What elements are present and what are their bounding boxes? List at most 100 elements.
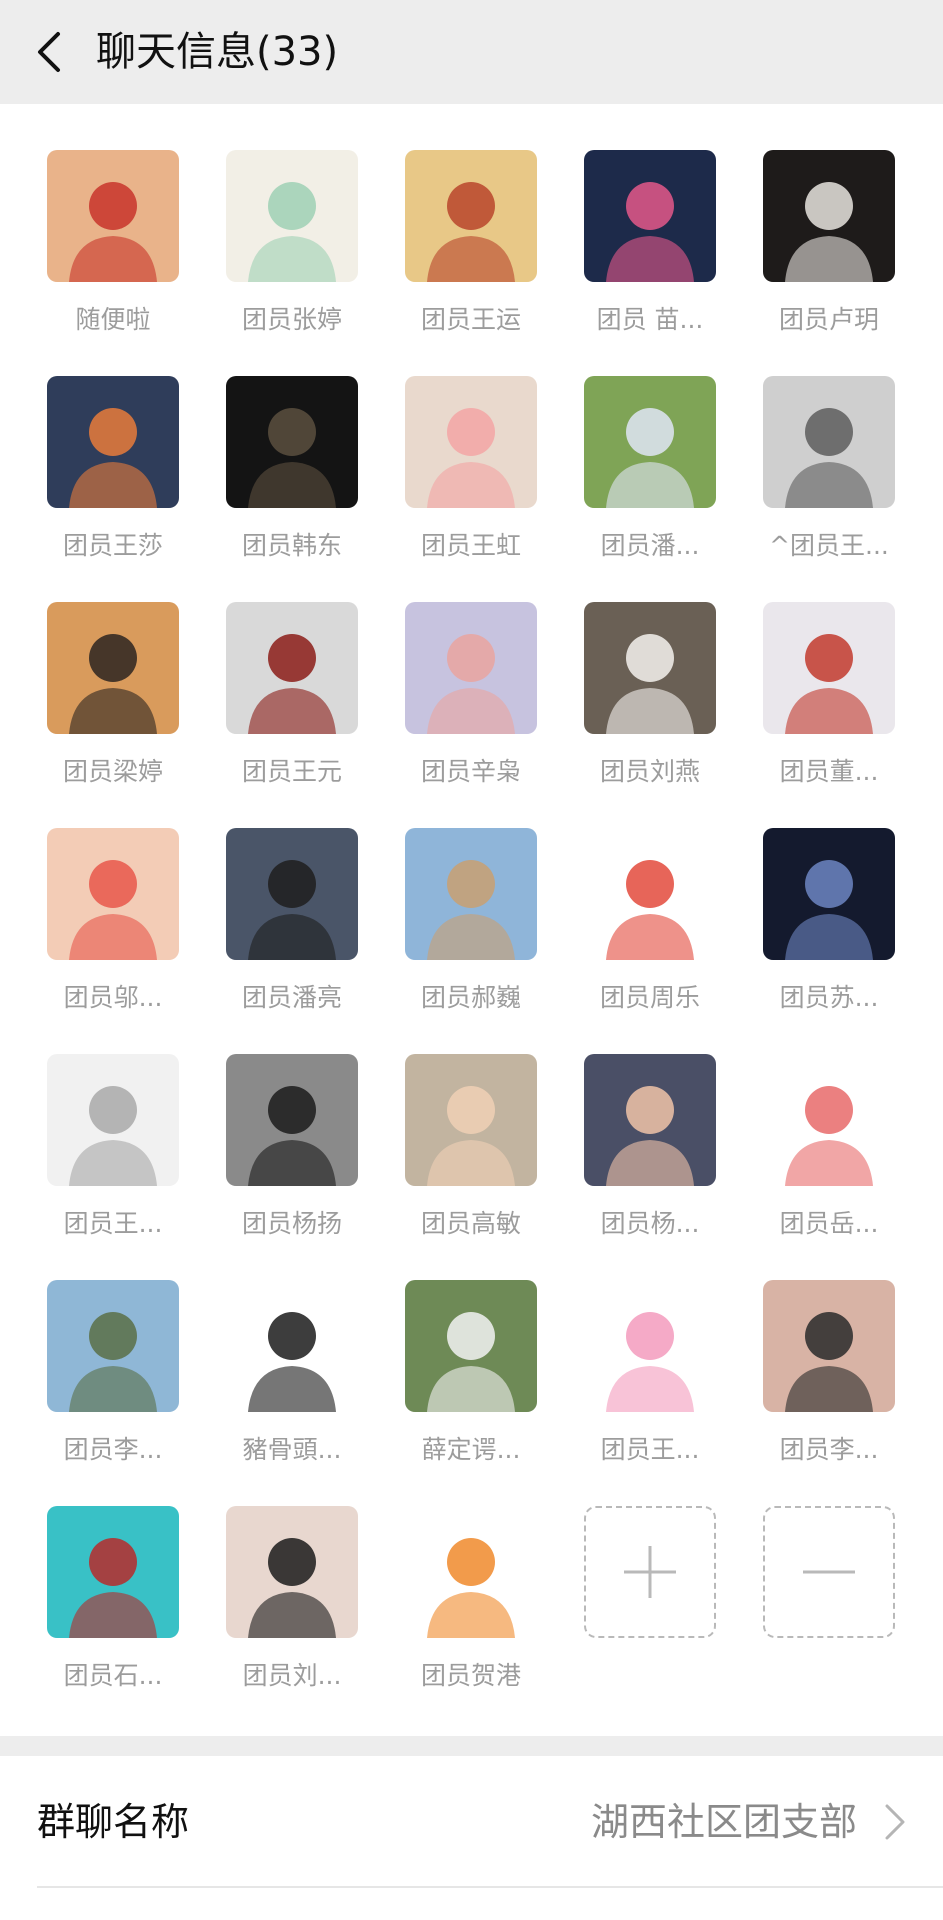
member-item[interactable]: 团员辛枭	[378, 602, 538, 802]
member-name: 团员潘...	[600, 531, 700, 560]
member-item[interactable]: 团员潘...	[557, 376, 717, 576]
remove-member-button[interactable]	[763, 1506, 895, 1638]
avatar[interactable]	[226, 1280, 358, 1412]
avatar[interactable]	[584, 602, 716, 734]
avatar[interactable]	[405, 1506, 537, 1638]
avatar[interactable]	[405, 150, 537, 282]
member-name: 团员岳...	[779, 1209, 879, 1238]
member-item[interactable]: 团员韩东	[199, 376, 359, 576]
member-item[interactable]: 团员王元	[199, 602, 359, 802]
member-grid: 随便啦 团员张婷 团员王运 团员 苗... 团员卢玥团员王莎 团员韩东 团员王虹 团员潘...…	[0, 104, 943, 1736]
member-item[interactable]: 团员石...	[20, 1506, 180, 1706]
avatar[interactable]	[226, 828, 358, 960]
member-item[interactable]: 团员苏...	[736, 828, 896, 1028]
avatar[interactable]	[763, 602, 895, 734]
avatar[interactable]	[47, 1054, 179, 1186]
back-button[interactable]	[28, 26, 68, 78]
member-item[interactable]: 薛定谔...	[378, 1280, 538, 1480]
member-name: 团员王虹	[420, 531, 521, 560]
member-item[interactable]: 团员刘...	[199, 1506, 359, 1706]
back-arrow-icon	[38, 32, 60, 72]
avatar[interactable]	[584, 1280, 716, 1412]
add-member-button[interactable]	[584, 1506, 716, 1638]
member-item[interactable]: 团员刘燕	[557, 602, 717, 802]
member-name: 团员 苗...	[596, 305, 704, 334]
avatar[interactable]	[584, 1054, 716, 1186]
avatar[interactable]	[226, 602, 358, 734]
row-separator	[37, 1886, 943, 1888]
member-item[interactable]: 团员梁婷	[20, 602, 180, 802]
member-name: 团员李...	[779, 1435, 879, 1464]
member-name: 团员王元	[241, 757, 342, 786]
avatar[interactable]	[405, 376, 537, 508]
member-name: 团员董...	[779, 757, 879, 786]
avatar[interactable]	[763, 828, 895, 960]
member-name: 团员王莎	[62, 531, 163, 560]
avatar[interactable]	[226, 1506, 358, 1638]
member-item[interactable]: 团员潘亮	[199, 828, 359, 1028]
group-name-row[interactable]: 群聊名称 湖西社区团支部	[0, 1756, 943, 1888]
avatar[interactable]	[226, 376, 358, 508]
member-item[interactable]: 豬骨頭...	[199, 1280, 359, 1480]
avatar[interactable]	[47, 602, 179, 734]
member-item[interactable]: 团员董...	[736, 602, 896, 802]
avatar[interactable]	[47, 1280, 179, 1412]
member-name: 团员梁婷	[62, 757, 163, 786]
member-item[interactable]: 团员贺港	[378, 1506, 538, 1706]
member-item[interactable]: 团员岳...	[736, 1054, 896, 1254]
member-item[interactable]: 团员邬...	[20, 828, 180, 1028]
member-item[interactable]: 团员 苗...	[557, 150, 717, 350]
member-item[interactable]: 团员李...	[20, 1280, 180, 1480]
member-name: 团员郝巍	[420, 983, 521, 1012]
member-name: 团员韩东	[241, 531, 342, 560]
member-item[interactable]: 团员杨...	[557, 1054, 717, 1254]
add-member-slot[interactable]	[557, 1506, 717, 1706]
member-item[interactable]: 团员卢玥	[736, 150, 896, 350]
member-item[interactable]: 团员王...	[20, 1054, 180, 1254]
member-item[interactable]: ^团员王...	[736, 376, 896, 576]
member-name: 薛定谔...	[421, 1435, 521, 1464]
avatar[interactable]	[226, 150, 358, 282]
avatar[interactable]	[584, 828, 716, 960]
member-name: 团员李...	[63, 1435, 163, 1464]
page-title: 聊天信息(33)	[96, 29, 339, 75]
member-name: 团员石...	[63, 1661, 163, 1690]
avatar[interactable]	[405, 1054, 537, 1186]
avatar[interactable]	[763, 1054, 895, 1186]
member-item[interactable]: 团员王虹	[378, 376, 538, 576]
avatar[interactable]	[226, 1054, 358, 1186]
member-item[interactable]: 团员王运	[378, 150, 538, 350]
member-item[interactable]: 随便啦	[20, 150, 180, 350]
member-name: 随便啦	[75, 305, 151, 334]
avatar[interactable]	[763, 150, 895, 282]
member-name: 团员卢玥	[778, 305, 879, 334]
avatar[interactable]	[763, 1280, 895, 1412]
avatar[interactable]	[47, 376, 179, 508]
avatar[interactable]	[763, 376, 895, 508]
avatar[interactable]	[405, 602, 537, 734]
member-name: ^团员王...	[769, 531, 889, 560]
avatar[interactable]	[47, 150, 179, 282]
member-item[interactable]: 团员王莎	[20, 376, 180, 576]
member-name: 团员周乐	[599, 983, 700, 1012]
member-item[interactable]: 团员张婷	[199, 150, 359, 350]
remove-member-slot[interactable]	[736, 1506, 896, 1706]
member-name: 团员贺港	[420, 1661, 521, 1690]
member-item[interactable]: 团员高敏	[378, 1054, 538, 1254]
avatar[interactable]	[584, 150, 716, 282]
member-item[interactable]: 团员郝巍	[378, 828, 538, 1028]
member-item[interactable]: 团员李...	[736, 1280, 896, 1480]
member-item[interactable]: 团员王...	[557, 1280, 717, 1480]
chevron-right-icon	[885, 1804, 905, 1840]
member-item[interactable]: 团员周乐	[557, 828, 717, 1028]
member-name: 团员王...	[600, 1435, 700, 1464]
member-item[interactable]: 团员杨扬	[199, 1054, 359, 1254]
avatar[interactable]	[47, 1506, 179, 1638]
avatar[interactable]	[405, 828, 537, 960]
member-name: 团员刘燕	[599, 757, 700, 786]
member-name: 团员王...	[63, 1209, 163, 1238]
avatar[interactable]	[47, 828, 179, 960]
avatar[interactable]	[584, 376, 716, 508]
member-name: 团员潘亮	[241, 983, 342, 1012]
avatar[interactable]	[405, 1280, 537, 1412]
